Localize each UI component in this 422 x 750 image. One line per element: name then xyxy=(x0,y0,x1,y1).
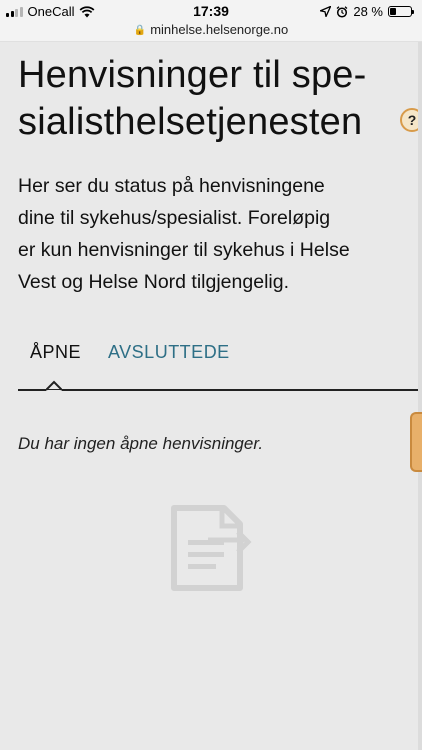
side-drawer-handle[interactable] xyxy=(410,412,422,472)
page-title: Henvisninger til spe- sialisthelsetjenes… xyxy=(18,52,408,146)
intro-line: er kun henvisninger til sykehus i Helse xyxy=(18,239,350,261)
intro-line: dine til sykehus/spesialist. Foreløpig xyxy=(18,207,331,229)
document-arrow-icon xyxy=(171,505,252,591)
battery-percent: 28 % xyxy=(353,4,383,19)
page-content: Henvisninger til spe- sialisthelsetjenes… xyxy=(0,42,422,750)
location-arrow-icon xyxy=(320,6,332,17)
lock-icon: 🔒 xyxy=(133,25,147,36)
scroll-edge xyxy=(418,42,422,750)
status-bar: OneCall 17:39 28 % xyxy=(0,0,422,22)
intro-line: Vest og Helse Nord tilgjengelig. xyxy=(18,271,289,293)
battery-icon xyxy=(388,6,414,17)
tab-open[interactable]: ÅPNE xyxy=(30,340,81,364)
url-text: minhelse.helsenorge.no xyxy=(150,22,289,37)
page-title-line1: Henvisninger til spe- xyxy=(18,54,367,96)
page-title-line2: sialisthelsetjenesten xyxy=(18,101,363,143)
empty-state-message: Du har ingen åpne henvisninger. xyxy=(18,434,264,453)
intro-line: Her ser du status på henvisningene xyxy=(18,175,325,197)
status-icons: 28 % xyxy=(320,4,414,19)
alarm-icon xyxy=(336,5,348,18)
active-tab-caret-icon xyxy=(46,380,62,395)
tab-underline xyxy=(18,389,422,391)
tab-closed[interactable]: AVSLUTTEDE xyxy=(108,340,230,364)
tab-bar: ÅPNE AVSLUTTEDE xyxy=(18,340,422,400)
address-bar[interactable]: 🔒 minhelse.helsenorge.no xyxy=(0,22,422,42)
battery-fill xyxy=(390,8,396,15)
intro-text: Her ser du status på henvisningene dine … xyxy=(18,170,413,298)
